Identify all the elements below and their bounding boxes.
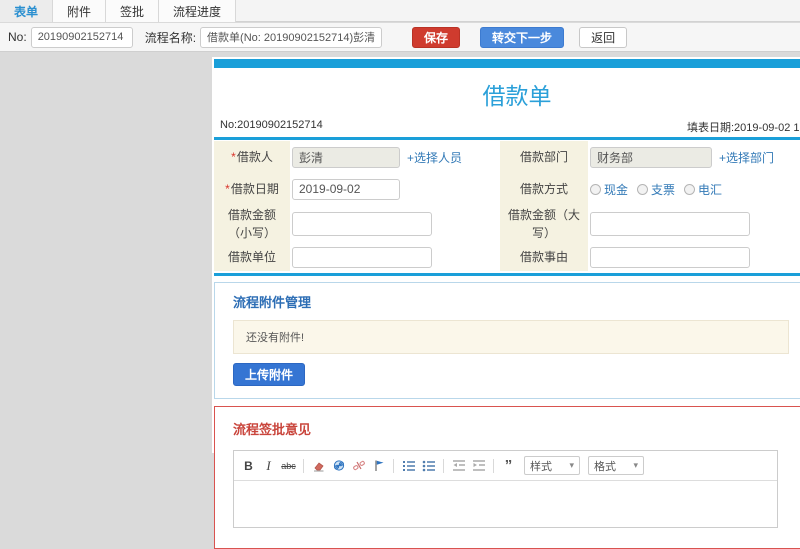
tab-flow-progress[interactable]: 流程进度 [159, 0, 237, 22]
style-dropdown[interactable]: 样式 ▾ [524, 456, 580, 475]
bullet-list-icon[interactable] [421, 458, 436, 474]
radio-icon[interactable] [590, 183, 601, 195]
amount-upper-input[interactable] [590, 212, 750, 236]
blockquote-icon[interactable]: ” [501, 458, 516, 474]
radio-cash[interactable]: 现金 [590, 181, 628, 198]
unlink-icon[interactable] [351, 458, 366, 474]
department-field: +选择部门 [588, 141, 800, 173]
borrow-unit-field [290, 243, 490, 271]
form-panel: 借款单 No:20190902152714 填表日期:2019-09-02 15… [212, 57, 800, 549]
amount-upper-field [588, 205, 800, 243]
divider-line-bottom [214, 273, 800, 276]
select-department-link[interactable]: +选择部门 [719, 149, 774, 166]
amount-lower-field [290, 205, 490, 243]
numbered-list-icon[interactable] [401, 458, 416, 474]
borrow-reason-label: 借款事由 [500, 243, 588, 271]
forward-next-step-button[interactable]: 转交下一步 [480, 26, 565, 48]
borrow-unit-label: 借款单位 [214, 243, 290, 271]
back-button[interactable]: 返回 [579, 26, 628, 48]
borrower-label: *借款人 [214, 141, 290, 173]
amount-upper-label: 借款金额（大写） [500, 205, 588, 243]
chevron-down-icon: ▾ [633, 460, 638, 470]
tab-form[interactable]: 表单 [0, 0, 54, 22]
command-bar: No: 流程名称: 保存 转交下一步 返回 [0, 23, 800, 52]
department-label: 借款部门 [500, 141, 588, 173]
top-accent-bar [214, 59, 800, 68]
flow-name-input[interactable] [200, 26, 383, 48]
borrower-input[interactable] [292, 146, 400, 168]
borrower-field: +选择人员 [290, 141, 490, 173]
link-icon[interactable] [331, 458, 346, 474]
format-dropdown[interactable]: 格式 ▾ [588, 456, 644, 475]
toolbar-separator [393, 458, 394, 473]
department-input[interactable] [590, 146, 712, 168]
radio-icon[interactable] [684, 183, 696, 195]
rich-text-editor: B I abc ” 样式 ▾ 格式 ▾ [233, 450, 778, 528]
no-attachments-alert: 还没有附件! [233, 320, 789, 354]
required-mark: * [225, 182, 230, 196]
editor-toolbar: B I abc ” 样式 ▾ 格式 ▾ [234, 451, 777, 481]
document-title: 借款单 [482, 83, 552, 109]
toolbar-separator [303, 458, 304, 473]
page-background: 借款单 No:20190902152714 填表日期:2019-09-02 15… [0, 52, 800, 549]
borrow-date-label: *借款日期 [214, 173, 290, 205]
no-input[interactable] [30, 26, 133, 48]
bold-icon[interactable]: B [241, 458, 256, 474]
borrow-date-input[interactable] [292, 178, 400, 200]
remove-format-icon[interactable] [311, 458, 326, 474]
chevron-down-icon: ▾ [569, 460, 574, 470]
no-label: No: [8, 30, 27, 44]
radio-wire-transfer[interactable]: 电汇 [684, 181, 722, 198]
borrow-method-field: 现金 支票 电汇 [588, 173, 800, 205]
fill-date: 填表日期:2019-09-02 15:27:1 [687, 122, 800, 134]
outdent-icon[interactable] [451, 458, 466, 474]
amount-lower-input[interactable] [292, 212, 432, 236]
select-person-link[interactable]: +选择人员 [407, 149, 462, 166]
signoff-heading: 流程签批意见 [233, 422, 312, 437]
tab-bar: 表单 附件 签批 流程进度 [0, 0, 800, 22]
attachments-section: 流程附件管理 还没有附件! 上传附件 [214, 282, 800, 399]
borrow-date-field [290, 173, 490, 205]
borrow-method-radios: 现金 支票 电汇 [590, 181, 722, 198]
editor-content-area[interactable] [234, 481, 777, 527]
upload-attachment-button[interactable]: 上传附件 [233, 363, 306, 386]
required-mark: * [231, 150, 236, 164]
document-no: No:20190902152714 [220, 119, 323, 131]
borrow-unit-input[interactable] [292, 246, 432, 268]
indent-icon[interactable] [471, 458, 486, 474]
tab-attachments[interactable]: 附件 [53, 0, 107, 22]
attachments-heading: 流程附件管理 [233, 295, 312, 310]
meta-row: No:20190902152714 填表日期:2019-09-02 15:27:… [214, 118, 800, 134]
borrow-reason-input[interactable] [590, 246, 750, 268]
anchor-flag-icon[interactable] [371, 458, 386, 474]
save-button[interactable]: 保存 [412, 26, 461, 48]
borrow-reason-field [588, 243, 800, 271]
divider-line-top [214, 137, 800, 140]
signoff-section: 流程签批意见 B I abc ” 样式 ▾ 格式 ▾ [214, 406, 800, 549]
amount-lower-label: 借款金额（小写） [214, 205, 290, 243]
borrow-method-label: 借款方式 [500, 173, 588, 205]
toolbar-separator [443, 458, 444, 473]
radio-cheque[interactable]: 支票 [637, 181, 675, 198]
borrow-form-table: *借款人 +选择人员 借款部门 +选择部门 *借款日期 [214, 141, 800, 271]
tab-signoff[interactable]: 签批 [106, 0, 160, 22]
toolbar-separator [493, 458, 494, 473]
radio-icon[interactable] [637, 183, 649, 195]
italic-icon[interactable]: I [261, 458, 276, 474]
strikethrough-icon[interactable]: abc [281, 458, 296, 474]
flow-name-label: 流程名称: [144, 30, 197, 45]
